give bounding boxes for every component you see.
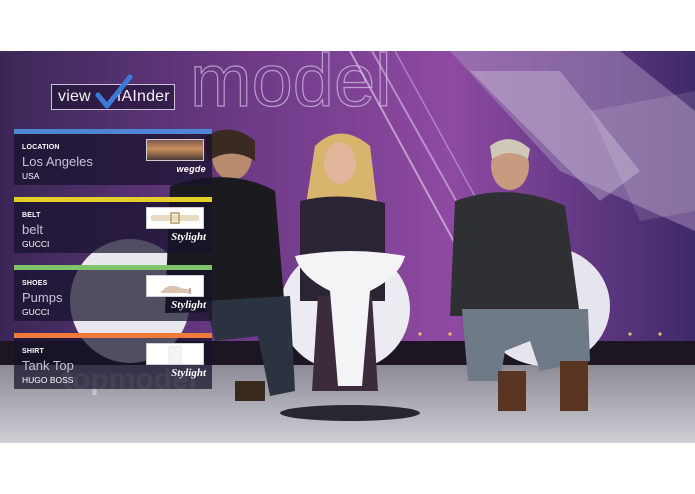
shop-link[interactable]: Stylight — [154, 299, 206, 311]
panel-category: SHOES — [22, 280, 48, 287]
panel-belt[interactable]: BELT belt GUCCI Stylight — [14, 197, 212, 253]
viewfainder-logo: view fAInder — [51, 74, 175, 110]
panel-brand: USA — [22, 171, 40, 181]
panel-shirt[interactable]: SHIRT Tank Top HUGO BOSS Stylight — [14, 333, 212, 389]
panel-location-accent — [14, 129, 212, 134]
panel-brand: GUCCI — [22, 239, 50, 249]
panel-item-name: belt — [22, 222, 43, 237]
panel-location[interactable]: LOCATION Los Angeles USA wegde — [14, 129, 212, 185]
checkmark-icon — [95, 74, 133, 109]
panel-brand: HUGO BOSS — [22, 375, 74, 385]
panel-shoes[interactable]: SHOES Pumps GUCCI Stylight — [14, 265, 212, 321]
panel-brand: GUCCI — [22, 307, 50, 317]
panel-shirt-accent — [14, 333, 212, 338]
svg-text:model: model — [190, 51, 392, 122]
shop-link[interactable]: Stylight — [154, 231, 206, 243]
panel-category: SHIRT — [22, 348, 44, 355]
shop-link[interactable]: wegde — [154, 164, 206, 174]
shoes-thumbnail[interactable] — [146, 275, 204, 297]
panel-category: LOCATION — [22, 144, 60, 151]
tank-top-image — [168, 345, 182, 364]
logo-left: view — [58, 88, 91, 105]
location-thumbnail[interactable] — [146, 139, 204, 161]
panel-category: BELT — [22, 212, 41, 219]
panel-item-name: Pumps — [22, 290, 63, 305]
panel-shoes-accent — [14, 265, 212, 270]
shirt-thumbnail[interactable] — [146, 343, 204, 365]
panel-belt-accent — [14, 197, 212, 202]
panel-item-name: Los Angeles — [22, 154, 93, 169]
belt-image — [151, 212, 199, 224]
panel-item-name: Tank Top — [22, 358, 74, 373]
pumps-image — [161, 285, 191, 294]
shop-link[interactable]: Stylight — [154, 367, 206, 379]
belt-thumbnail[interactable] — [146, 207, 204, 229]
video-frame[interactable]: model topmodel — [0, 51, 695, 443]
